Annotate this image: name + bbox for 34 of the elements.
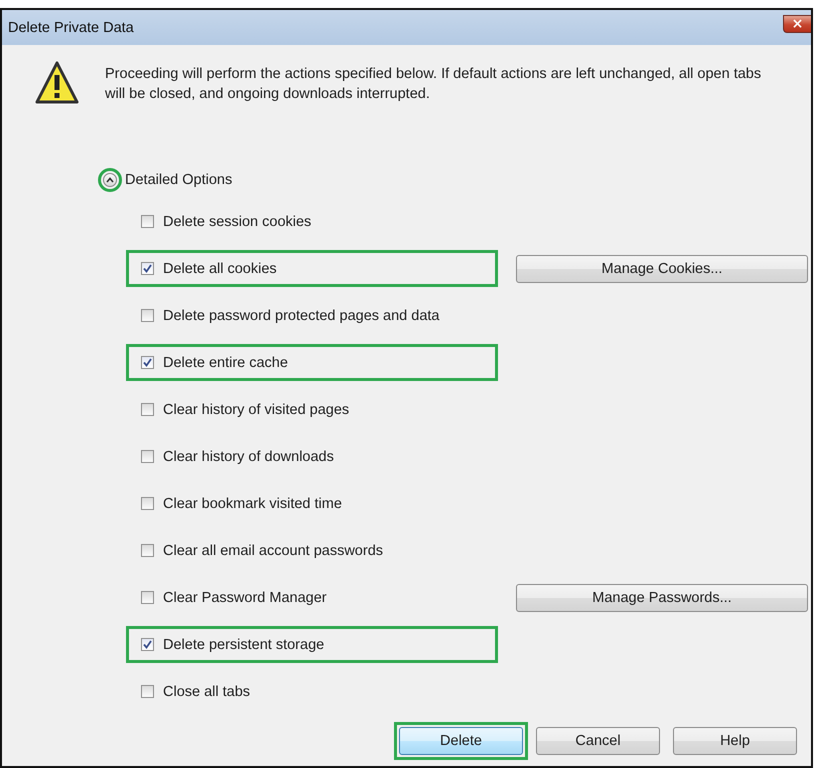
checkbox-label[interactable]: Delete session cookies xyxy=(163,214,312,230)
checkbox[interactable] xyxy=(141,497,154,510)
checkbox-label[interactable]: Clear history of downloads xyxy=(163,448,334,464)
close-button[interactable]: × xyxy=(783,14,811,32)
checkbox[interactable] xyxy=(141,356,154,369)
window-title: Delete Private Data xyxy=(8,20,134,36)
checkbox[interactable] xyxy=(141,262,154,275)
checkbox-label[interactable]: Delete persistent storage xyxy=(163,636,324,652)
checkbox[interactable] xyxy=(141,403,154,416)
dialog-button[interactable]: Help xyxy=(673,727,797,755)
checkbox-label[interactable]: Delete all cookies xyxy=(163,260,277,276)
checkbox[interactable] xyxy=(141,591,154,604)
checkbox[interactable] xyxy=(141,544,154,557)
checkbox-label[interactable]: Clear history of visited pages xyxy=(163,402,350,418)
checkbox[interactable] xyxy=(141,309,154,322)
warning-icon xyxy=(35,61,79,105)
checkbox-label[interactable]: Clear Password Manager xyxy=(163,590,327,606)
checkbox-label[interactable]: Close all tabs xyxy=(163,684,250,700)
dialog-button[interactable]: Delete xyxy=(399,727,523,755)
checkbox-label[interactable]: Clear all email account passwords xyxy=(163,542,384,558)
section-label: Detailed Options xyxy=(125,172,232,188)
manage-button[interactable]: Manage Cookies... xyxy=(516,254,808,282)
dialog-button[interactable]: Cancel xyxy=(536,727,660,755)
checkbox[interactable] xyxy=(141,450,154,463)
checkbox-label[interactable]: Delete entire cache xyxy=(163,354,288,370)
manage-button[interactable]: Manage Passwords... xyxy=(516,584,808,612)
checkbox-label[interactable]: Clear bookmark visited time xyxy=(163,496,342,512)
chevron-icon xyxy=(106,177,114,183)
checkbox[interactable] xyxy=(141,638,154,651)
checkbox[interactable] xyxy=(141,685,154,698)
checkbox-label[interactable]: Delete password protected pages and data xyxy=(163,308,440,324)
collapse-toggle[interactable] xyxy=(98,168,122,192)
checkbox[interactable] xyxy=(141,215,154,228)
warning-message: Proceeding will perform the actions specified below. If default actions are left unchanged, all open tabs will be closed, and ongoing downloads interrupted. xyxy=(105,65,762,104)
